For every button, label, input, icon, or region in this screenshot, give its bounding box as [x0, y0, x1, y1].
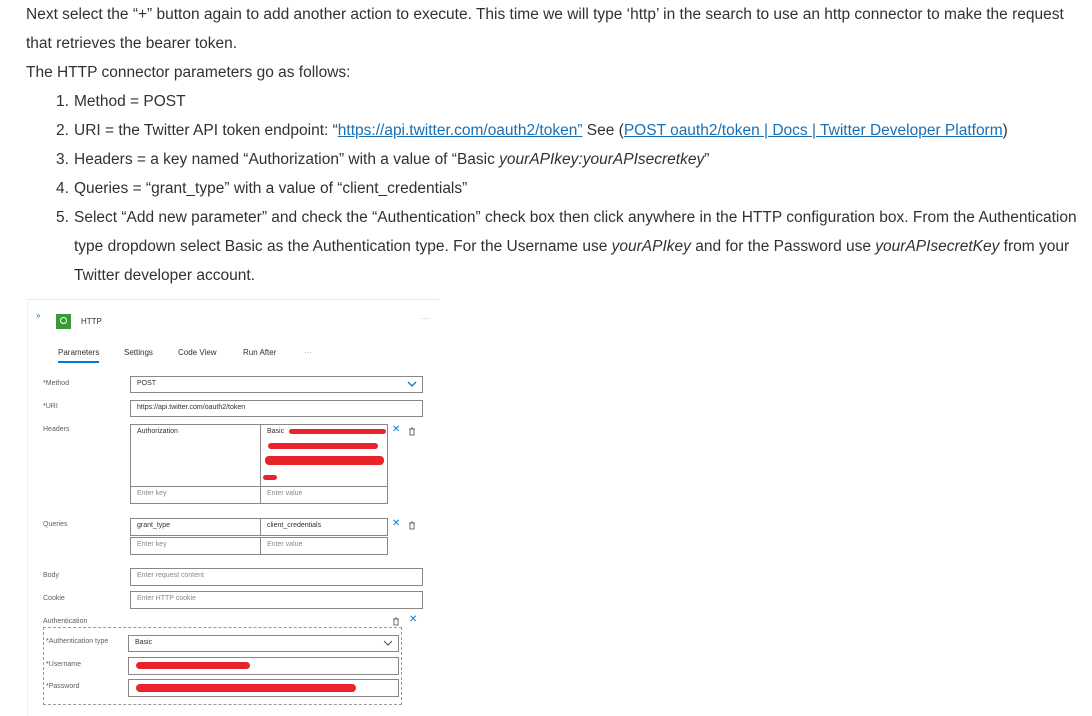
step-number: 4.: [56, 180, 69, 197]
http-logo-icon: [56, 314, 71, 329]
step-text: ”: [704, 151, 710, 168]
authentication-type-label: *Authentication type: [46, 638, 109, 645]
step-number: 3.: [56, 151, 69, 168]
method-dropdown[interactable]: POST: [130, 376, 423, 393]
step-5: 5. Select “Add new parameter” and check …: [26, 203, 1092, 290]
headers-label: Headers: [43, 426, 70, 433]
authentication-type-dropdown[interactable]: Basic: [128, 635, 399, 652]
header-key-placeholder[interactable]: Enter key: [130, 486, 261, 504]
step-3: 3. Headers = a key named “Authorization”…: [26, 145, 1092, 174]
redaction-mark: [136, 684, 356, 692]
step-text: Headers = a key named “Authorization” wi…: [74, 151, 500, 168]
http-action-screenshot: » HTTP ... Parameters Settings Code View…: [27, 299, 439, 716]
tab-settings[interactable]: Settings: [124, 348, 153, 361]
redaction-mark: [136, 662, 250, 669]
step-text: See (: [582, 122, 624, 139]
step-number: 2.: [56, 122, 69, 139]
remove-query-icon[interactable]: ✕: [392, 518, 400, 529]
chevron-down-icon: [383, 640, 393, 646]
authentication-type-value: Basic: [135, 639, 153, 646]
method-value: POST: [137, 380, 157, 387]
query-key-placeholder[interactable]: Enter key: [130, 537, 261, 555]
step-emphasis: yourAPIkey:yourAPIsecretkey: [499, 151, 705, 168]
step-emphasis: yourAPIkey: [611, 238, 691, 255]
step-1: 1. Method = POST: [26, 87, 1092, 116]
tab-code-view[interactable]: Code View: [178, 348, 217, 361]
tab-more-icon[interactable]: ···: [304, 348, 312, 361]
step-text: ): [1002, 122, 1008, 139]
queries-label: Queries: [43, 521, 68, 528]
article: Next select the “+” button again to add …: [26, 0, 1092, 290]
expand-icon[interactable]: »: [36, 311, 40, 320]
body-label: Body: [43, 572, 59, 579]
delete-header-icon[interactable]: [408, 427, 416, 436]
query-value-placeholder[interactable]: Enter value: [260, 537, 388, 555]
action-title: HTTP: [81, 317, 102, 326]
uri-label: *URI: [43, 403, 58, 410]
tab-parameters[interactable]: Parameters: [58, 348, 100, 363]
intro-paragraph: Next select the “+” button again to add …: [26, 6, 1064, 52]
step-4: 4. Queries = “grant_type” with a value o…: [26, 174, 1092, 203]
params-intro: The HTTP connector parameters go as foll…: [26, 64, 351, 81]
cookie-label: Cookie: [43, 595, 65, 602]
header-key-input[interactable]: Authorization: [130, 424, 261, 487]
step-emphasis: yourAPIsecretKey: [875, 238, 1000, 255]
username-label: *Username: [46, 661, 82, 668]
remove-authentication-icon[interactable]: ✕: [409, 614, 417, 625]
docs-link[interactable]: POST oauth2/token | Docs | Twitter Devel…: [624, 122, 1003, 139]
header-value-placeholder[interactable]: Enter value: [260, 486, 388, 504]
remove-header-icon[interactable]: ✕: [392, 424, 400, 435]
step-text: Method = POST: [74, 93, 186, 110]
delete-query-icon[interactable]: [408, 521, 416, 530]
uri-input[interactable]: https://api.twitter.com/oauth2/token: [130, 400, 423, 417]
redaction-mark: [268, 443, 378, 449]
redaction-mark: [263, 475, 277, 480]
action-header: » HTTP ...: [28, 300, 439, 330]
steps-list: 1. Method = POST 2. URI = the Twitter AP…: [26, 87, 1092, 290]
step-2: 2. URI = the Twitter API token endpoint:…: [26, 116, 1092, 145]
redaction-mark: [289, 429, 386, 434]
tab-run-after[interactable]: Run After: [243, 348, 276, 361]
delete-authentication-icon[interactable]: [392, 617, 400, 626]
query-value-input[interactable]: client_credentials: [260, 518, 388, 536]
step-number: 1.: [56, 93, 69, 110]
more-options-icon[interactable]: ...: [421, 312, 431, 321]
authentication-label: Authentication: [43, 618, 88, 625]
method-label: *Method: [43, 380, 70, 387]
body-input[interactable]: Enter request content: [130, 568, 423, 586]
cookie-input[interactable]: Enter HTTP cookie: [130, 591, 423, 609]
query-key-input[interactable]: grant_type: [130, 518, 261, 536]
password-label: *Password: [46, 683, 80, 690]
header-value-text: Basic: [267, 428, 285, 435]
redaction-mark: [265, 456, 384, 465]
token-endpoint-link[interactable]: https://api.twitter.com/oauth2/token”: [338, 122, 583, 139]
step-number: 5.: [56, 209, 69, 226]
chevron-down-icon: [407, 381, 417, 387]
step-text: URI = the Twitter API token endpoint: “: [74, 122, 338, 139]
step-text: Queries = “grant_type” with a value of “…: [74, 180, 468, 197]
step-text: and for the Password use: [690, 238, 876, 255]
